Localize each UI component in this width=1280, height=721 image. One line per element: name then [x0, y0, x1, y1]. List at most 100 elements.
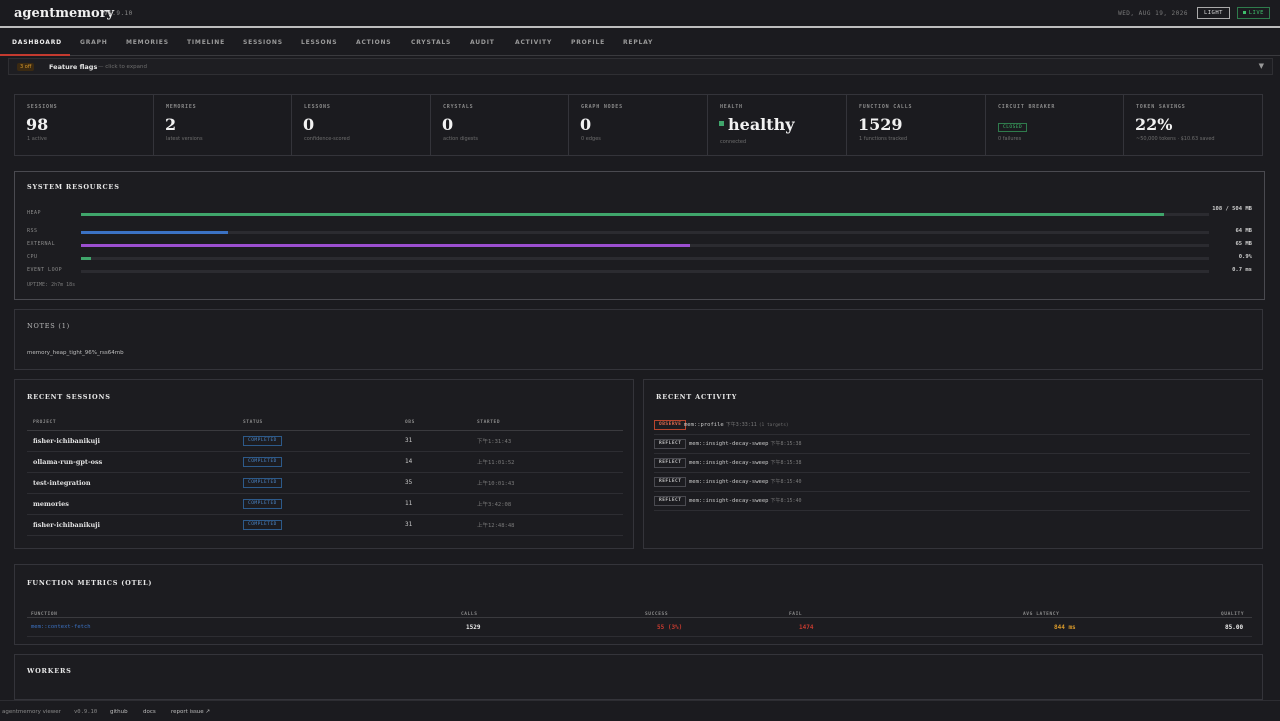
stat-sub: action digests — [443, 136, 478, 142]
tab-lessons[interactable]: LESSONS — [301, 39, 337, 46]
tab-crystals[interactable]: CRYSTALS — [411, 39, 451, 46]
tab-timeline[interactable]: TIMELINE — [187, 39, 225, 46]
table-row[interactable]: test-integration COMPLETED 35 上午10:01:43 — [27, 473, 623, 494]
tab-audit[interactable]: AUDIT — [470, 39, 495, 46]
active-tab-indicator — [0, 54, 70, 56]
system-resources-panel: SYSTEM RESOURCES HEAP 108 / 504 MB RSS 6… — [14, 171, 1265, 300]
session-project: memories — [33, 500, 69, 508]
stat-card-lessons[interactable]: LESSONS 0 confidence-scored — [292, 95, 431, 155]
tab-graph[interactable]: GRAPH — [80, 39, 108, 46]
stat-label: LESSONS — [304, 104, 331, 110]
stat-value: 22% — [1135, 115, 1173, 134]
resource-track — [81, 231, 1209, 234]
tab-memories[interactable]: MEMORIES — [126, 39, 169, 46]
stat-value: 0 — [303, 115, 315, 134]
session-obs: 14 — [405, 458, 413, 465]
resource-label: EVENT LOOP — [27, 267, 63, 273]
feature-flags-bar[interactable]: 3 off Feature flags — click to expand ▼ — [8, 58, 1273, 75]
metric-calls: 1529 — [466, 624, 481, 631]
list-item[interactable]: REFLECT mem::insight-decay-sweep 下午8:15:4… — [654, 492, 1250, 511]
metric-fail: 1474 — [799, 624, 814, 631]
resource-track — [81, 244, 1209, 247]
tab-replay[interactable]: REPLAY — [623, 39, 653, 46]
workers-title: WORKERS — [27, 667, 72, 675]
session-project: fisher-ichibanikuji — [33, 437, 100, 445]
tab-sessions[interactable]: SESSIONS — [243, 39, 283, 46]
live-dot-icon — [1242, 11, 1246, 14]
stat-sub: ~50,000 tokens · $10.63 saved — [1136, 136, 1215, 142]
circuit-state-badge: CLOSED — [998, 123, 1028, 132]
footer-report-issue-link[interactable]: report issue ↗ — [171, 709, 210, 715]
resource-label: EXTERNAL — [27, 241, 56, 247]
footer-version: v0.9.10 — [74, 709, 98, 715]
list-item[interactable]: REFLECT mem::insight-decay-sweep 下午8:15:3… — [654, 454, 1250, 473]
column-header-project: PROJECT — [33, 420, 57, 425]
stat-label: TOKEN SAVINGS — [1136, 104, 1186, 110]
status-badge: COMPLETED — [243, 520, 282, 530]
resource-bar-fill — [81, 244, 691, 247]
session-started: 下午1:31:43 — [477, 439, 512, 445]
metric-function-link[interactable]: mem::context-fetch — [31, 624, 91, 630]
activity-text: mem::profile 下午3:33:11 (1 targets) — [684, 421, 789, 428]
activity-time: 下午8:15:40 — [770, 479, 802, 485]
table-row[interactable]: ollama-run-gpt-oss COMPLETED 14 上午11:01:… — [27, 452, 623, 473]
resource-row-heap: HEAP 108 / 504 MB — [27, 206, 1252, 220]
activity-tag: REFLECT — [654, 496, 687, 506]
stat-card-graph-nodes[interactable]: GRAPH NODES 0 0 edges — [569, 95, 708, 155]
chevron-down-icon[interactable]: ▼ — [1259, 62, 1264, 70]
activity-extra: (1 targets) — [758, 423, 789, 428]
table-row[interactable]: mem::context-fetch 1529 55 (3%) 1474 844… — [27, 617, 1252, 637]
activity-action: mem::insight-decay-sweep — [689, 441, 769, 447]
activity-tag: REFLECT — [654, 439, 687, 449]
stat-label: MEMORIES — [166, 104, 197, 110]
activity-time: 下午8:15:38 — [770, 460, 802, 466]
tab-dashboard[interactable]: DASHBOARD — [12, 39, 62, 46]
activity-text: mem::insight-decay-sweep 下午8:15:38 — [689, 459, 802, 466]
list-item[interactable]: REFLECT mem::insight-decay-sweep 下午8:15:4… — [654, 473, 1250, 492]
stat-card-memories[interactable]: MEMORIES 2 latest versions — [154, 95, 292, 155]
tab-profile[interactable]: PROFILE — [571, 39, 605, 46]
stat-card-circuit-breaker[interactable]: CIRCUIT BREAKER CLOSED 0 failures — [986, 95, 1124, 155]
table-row[interactable]: fisher-ichibanikuji COMPLETED 31 上午12:48… — [27, 515, 623, 536]
footer: agentmemory viewer v0.9.10 github docs r… — [0, 700, 1280, 721]
stat-sub: 0 edges — [581, 136, 601, 142]
session-started: 上午3:42:08 — [477, 502, 512, 508]
table-row[interactable]: memories COMPLETED 11 上午3:42:08 — [27, 494, 623, 515]
metric-avg-latency: 844 ms — [1054, 624, 1076, 631]
metric-success: 55 (3%) — [657, 624, 683, 631]
resource-row-rss: RSS 64 MB — [27, 228, 1252, 238]
list-item[interactable]: REFLECT mem::insight-decay-sweep 下午8:15:3… — [654, 435, 1250, 454]
table-row[interactable]: fisher-ichibanikuji COMPLETED 31 下午1:31:… — [27, 431, 623, 452]
current-date: WED, AUG 19, 2026 — [1118, 10, 1188, 17]
tab-actions[interactable]: ACTIONS — [356, 39, 391, 46]
session-started: 上午10:01:43 — [477, 481, 515, 487]
footer-github-link[interactable]: github — [110, 709, 128, 715]
resource-bar-fill — [81, 257, 92, 260]
resource-track — [81, 213, 1209, 216]
tab-activity[interactable]: ACTIVITY — [515, 39, 552, 46]
theme-toggle-button[interactable]: LIGHT — [1196, 7, 1230, 19]
stat-card-sessions[interactable]: SESSIONS 98 1 active — [15, 95, 154, 155]
column-header-obs: OBS — [405, 420, 415, 425]
resource-row-cpu: CPU 0.9% — [27, 254, 1252, 264]
main-tabs: DASHBOARD GRAPH MEMORIES TIMELINE SESSIO… — [0, 30, 1280, 56]
activity-action: mem::insight-decay-sweep — [689, 479, 769, 485]
flags-off-badge: 3 off — [17, 63, 35, 71]
resource-value: 64 MB — [1235, 228, 1252, 234]
session-project: ollama-run-gpt-oss — [33, 458, 103, 466]
list-item[interactable]: OBSERVE mem::profile 下午3:33:11 (1 targets) — [654, 416, 1250, 435]
stat-card-token-savings[interactable]: TOKEN SAVINGS 22% ~50,000 tokens · $10.6… — [1124, 95, 1262, 155]
column-header-status: STATUS — [243, 420, 263, 425]
footer-docs-link[interactable]: docs — [143, 709, 156, 715]
workers-panel: WORKERS — [14, 654, 1263, 700]
stat-label: CRYSTALS — [443, 104, 474, 110]
session-started: 上午11:01:52 — [477, 460, 515, 466]
stat-card-health[interactable]: HEALTH healthy connected — [708, 95, 847, 155]
uptime-text: UPTIME: 2h7m 18s — [27, 282, 76, 288]
system-resources-title: SYSTEM RESOURCES — [27, 183, 120, 191]
resource-bar-fill — [81, 213, 1164, 216]
resource-value: 108 / 504 MB — [1212, 206, 1252, 212]
stat-card-crystals[interactable]: CRYSTALS 0 action digests — [431, 95, 569, 155]
stat-label: CIRCUIT BREAKER — [998, 104, 1056, 110]
stat-card-function-calls[interactable]: FUNCTION CALLS 1529 1 functions tracked — [847, 95, 986, 155]
